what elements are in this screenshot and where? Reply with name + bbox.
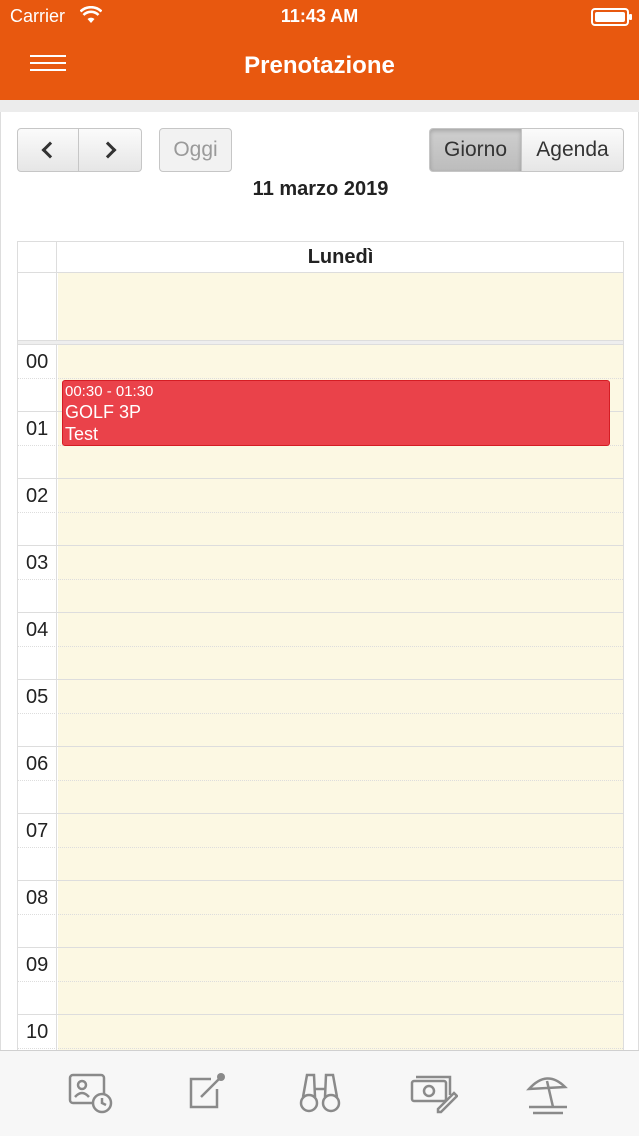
half-hour-line bbox=[18, 780, 623, 781]
top-bar: Carrier 11:43 AM Prenotazione bbox=[0, 0, 639, 100]
payment-edit-icon[interactable] bbox=[408, 1067, 459, 1117]
hour-label: 02 bbox=[26, 485, 49, 507]
time-grid[interactable]: 00 01 02 03 04 05 06 07 08 09 10 00:30 - 01:30 GOLF … bbox=[18, 345, 623, 1050]
half-hour-line bbox=[18, 981, 623, 982]
battery-icon bbox=[591, 8, 632, 26]
status-time: 11:43 AM bbox=[280, 6, 359, 26]
hour-label: 04 bbox=[26, 619, 49, 641]
next-day-button[interactable] bbox=[79, 128, 142, 172]
hour-row[interactable]: 09 bbox=[18, 948, 623, 1015]
half-hour-line bbox=[18, 1048, 623, 1049]
hour-label: 01 bbox=[26, 418, 49, 440]
hour-row[interactable]: 08 bbox=[18, 881, 623, 948]
day-view-button[interactable]: Giorno bbox=[429, 128, 522, 172]
half-hour-line bbox=[18, 914, 623, 915]
date-title: 11 marzo 2019 bbox=[252, 178, 389, 200]
half-hour-line bbox=[18, 512, 623, 513]
all-day-row bbox=[18, 273, 623, 340]
hour-row[interactable]: 03 bbox=[18, 546, 623, 613]
hour-label: 09 bbox=[26, 954, 49, 976]
half-hour-line bbox=[18, 579, 623, 580]
event-title: GOLF 3P bbox=[65, 402, 142, 422]
contact-calendar-icon[interactable] bbox=[66, 1067, 116, 1117]
header-separator bbox=[0, 100, 639, 112]
all-day-slot[interactable] bbox=[58, 273, 623, 340]
hour-row[interactable]: 07 bbox=[18, 814, 623, 881]
all-day-gutter bbox=[18, 273, 57, 340]
hour-label: 00 bbox=[26, 351, 49, 373]
hour-label: 10 bbox=[26, 1021, 49, 1043]
beach-umbrella-icon[interactable] bbox=[523, 1067, 573, 1117]
page-title: Prenotazione bbox=[244, 52, 395, 79]
header-gutter bbox=[18, 242, 57, 273]
event-note: Test bbox=[65, 424, 99, 444]
previous-day-button[interactable] bbox=[17, 128, 79, 172]
status-bar: Carrier 11:43 AM bbox=[0, 0, 639, 34]
chevron-right-icon bbox=[99, 141, 117, 159]
hour-label: 05 bbox=[26, 686, 49, 708]
half-hour-line bbox=[18, 646, 623, 647]
hour-label: 06 bbox=[26, 753, 49, 775]
tab-bar bbox=[0, 1050, 639, 1136]
hour-row[interactable]: 10 bbox=[18, 1015, 623, 1050]
edit-share-icon[interactable] bbox=[183, 1067, 233, 1117]
half-hour-line bbox=[18, 847, 623, 848]
day-grid: Lunedì 00 01 02 03 04 05 06 07 08 09 10 00:30 - 01:… bbox=[17, 241, 624, 1050]
half-hour-line bbox=[18, 713, 623, 714]
half-hour-line bbox=[18, 378, 623, 379]
day-header: Lunedì bbox=[307, 246, 374, 268]
hour-label: 08 bbox=[26, 887, 49, 909]
binoculars-icon[interactable] bbox=[295, 1067, 345, 1117]
agenda-view-button[interactable]: Agenda bbox=[522, 128, 624, 172]
hour-label: 07 bbox=[26, 820, 49, 842]
day-header-row: Lunedì bbox=[18, 242, 623, 273]
hour-row[interactable]: 05 bbox=[18, 680, 623, 747]
hour-row[interactable]: 06 bbox=[18, 747, 623, 814]
hour-row[interactable]: 04 bbox=[18, 613, 623, 680]
hour-label: 03 bbox=[26, 552, 49, 574]
today-button[interactable]: Oggi bbox=[159, 128, 232, 172]
hour-row[interactable]: 02 bbox=[18, 479, 623, 546]
booking-event[interactable]: 00:30 - 01:30 GOLF 3P Test bbox=[62, 380, 610, 446]
event-time: 00:30 - 01:30 bbox=[65, 383, 154, 400]
chevron-left-icon bbox=[41, 141, 59, 159]
calendar-card: Oggi Giorno Agenda 11 marzo 2019 Lunedì … bbox=[0, 112, 639, 1050]
